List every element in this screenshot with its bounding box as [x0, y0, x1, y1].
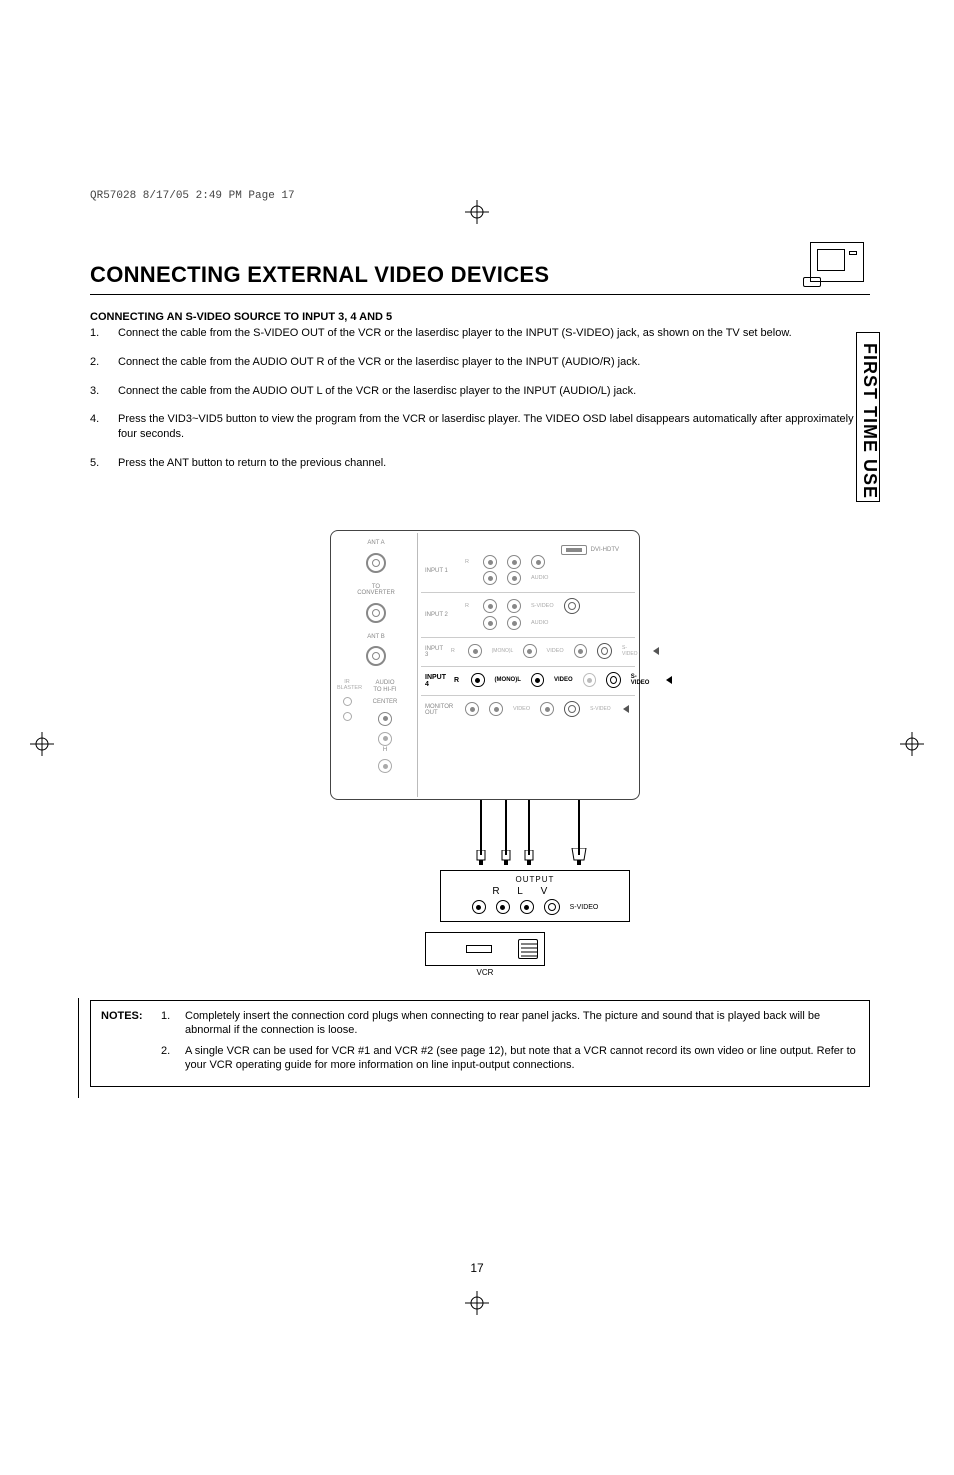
registration-mark-left — [30, 732, 54, 756]
vcr-out-l-jack — [496, 900, 510, 914]
h-label: H — [359, 747, 411, 754]
input2-pr-jack — [507, 616, 521, 630]
section-subhead: CONNECTING AN S-VIDEO SOURCE TO INPUT 3,… — [90, 310, 870, 325]
step-number: 5. — [90, 456, 118, 471]
vcr-out-v-jack — [520, 900, 534, 914]
step-text: Connect the cable from the S-VIDEO OUT o… — [118, 326, 792, 341]
center-jack — [378, 712, 392, 726]
input4-l-jack — [531, 673, 544, 687]
hifi-jack-l — [378, 732, 392, 746]
vcr-out-r-jack — [472, 900, 486, 914]
step-text: Connect the cable from the AUDIO OUT R o… — [118, 355, 640, 370]
input4-label: INPUT 4 — [425, 674, 446, 688]
input1-r-jack — [483, 555, 497, 569]
notes-label: NOTES: — [101, 1009, 161, 1038]
note-number: 1. — [161, 1009, 185, 1038]
step-2: 2. Connect the cable from the AUDIO OUT … — [90, 355, 870, 370]
step-number: 4. — [90, 412, 118, 442]
input1-video-jack — [531, 555, 545, 569]
monout-video-jack — [540, 702, 554, 716]
page-number: 17 — [0, 1261, 954, 1275]
input2-label: INPUT 2 — [425, 612, 457, 618]
connection-diagram: ANT A TO CONVERTER ANT B IR BLASTER AUDI… — [330, 530, 640, 977]
center-label: CENTER — [359, 699, 411, 706]
registration-mark-bottom — [465, 1291, 489, 1315]
monout-l-jack — [489, 702, 503, 716]
input1-l-jack — [507, 555, 521, 569]
input4-svideo-jack — [606, 672, 621, 688]
step-number: 2. — [90, 355, 118, 370]
notes-box: NOTES: 1. Completely insert the connecti… — [90, 1000, 870, 1087]
input3-svideo-jack — [597, 643, 612, 659]
ant-a-jack — [366, 553, 386, 573]
registration-mark-top — [465, 200, 489, 224]
audio-hifi-label: AUDIO TO HI-FI — [359, 680, 411, 693]
notes-divider — [78, 998, 79, 1098]
vcr-device-icon — [425, 932, 545, 966]
input3-r-jack — [468, 644, 481, 658]
input3-video-jack — [574, 644, 587, 658]
input2-pb-jack — [483, 616, 497, 630]
step-1: 1. Connect the cable from the S-VIDEO OU… — [90, 326, 870, 341]
monout-r-jack — [465, 702, 479, 716]
step-number: 1. — [90, 326, 118, 341]
input2-l-jack — [507, 599, 521, 613]
step-5: 5. Press the ANT button to return to the… — [90, 456, 870, 471]
ant-b-label: ANT B — [341, 634, 411, 641]
registration-mark-right — [900, 732, 924, 756]
vcr-output-box: OUTPUT R L V S-VIDEO — [440, 870, 630, 922]
tv-rear-panel: ANT A TO CONVERTER ANT B IR BLASTER AUDI… — [330, 530, 640, 800]
input4-r-jack — [471, 673, 484, 687]
vcr-output-label: OUTPUT — [449, 875, 621, 884]
arrow-icon — [666, 676, 672, 684]
input1-pr-jack — [507, 571, 521, 585]
step-number: 3. — [90, 384, 118, 399]
arrow-icon — [623, 705, 629, 713]
input2-r-jack — [483, 599, 497, 613]
arrow-icon — [653, 647, 659, 655]
input1-label: INPUT 1 — [425, 568, 457, 574]
hifi-jack-r — [378, 759, 392, 773]
input2-svideo-jack — [564, 598, 580, 614]
monout-svideo-jack — [564, 701, 580, 717]
note-number: 2. — [161, 1044, 185, 1073]
input1-pb-jack — [483, 571, 497, 585]
page-title: CONNECTING EXTERNAL VIDEO DEVICES — [90, 262, 870, 295]
vcr-caption: VCR — [330, 968, 640, 977]
ant-b-jack — [366, 646, 386, 666]
vcr-out-svideo-jack — [544, 899, 560, 915]
note-text: Completely insert the connection cord pl… — [185, 1009, 859, 1038]
ir-blaster-column: IR BLASTER — [337, 679, 357, 727]
cable-wires — [330, 800, 640, 870]
hdmi-port: DVI-HDTV — [561, 545, 619, 555]
monitor-out-label: MONITOR OUT — [425, 704, 457, 716]
to-converter-jack — [366, 603, 386, 623]
note-text: A single VCR can be used for VCR #1 and … — [185, 1044, 859, 1073]
input4-video-jack — [583, 673, 596, 687]
input3-label: INPUT 3 — [425, 646, 443, 658]
step-text: Press the ANT button to return to the pr… — [118, 456, 386, 471]
step-text: Connect the cable from the AUDIO OUT L o… — [118, 384, 636, 399]
input3-l-jack — [523, 644, 536, 658]
step-3: 3. Connect the cable from the AUDIO OUT … — [90, 384, 870, 399]
ant-a-label: ANT A — [341, 540, 411, 547]
step-text: Press the VID3~VID5 button to view the p… — [118, 412, 870, 442]
to-converter-label: TO CONVERTER — [341, 584, 411, 597]
step-4: 4. Press the VID3~VID5 button to view th… — [90, 412, 870, 442]
print-slug: QR57028 8/17/05 2:49 PM Page 17 — [90, 190, 295, 202]
